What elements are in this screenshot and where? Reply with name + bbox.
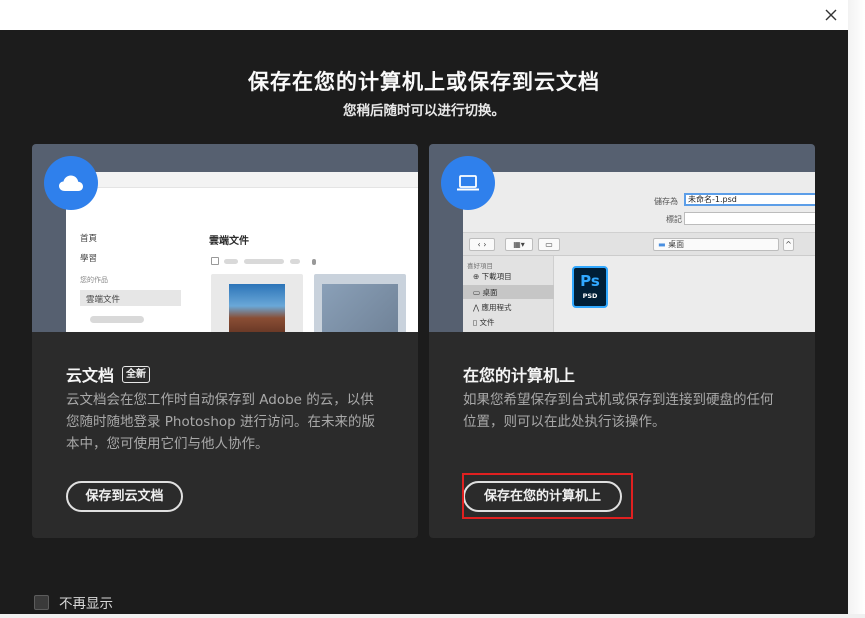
- close-icon[interactable]: [820, 4, 842, 26]
- laptop-icon: [441, 156, 495, 210]
- preview-tags-label: 標記: [666, 215, 682, 224]
- dont-show-checkbox[interactable]: [34, 594, 49, 610]
- preview-thumbnail: [211, 274, 303, 332]
- download-icon: ⊕: [473, 272, 482, 281]
- preview-filename-field: 未命名-1.psd: [684, 193, 815, 206]
- cloud-preview: 首頁 學習 您的作品 雲端文件 雲端文件: [32, 144, 418, 332]
- preview-nav-learn: 學習: [80, 254, 98, 264]
- dialog-subtitle: 您稍后随时可以进行切换。: [343, 103, 505, 119]
- preview-nav-home: 首頁: [80, 234, 98, 244]
- preview-tags-field: [684, 212, 815, 225]
- highlight-box: [462, 473, 633, 519]
- window-shadow: [848, 0, 865, 618]
- save-to-cloud-button[interactable]: 保存到云文档: [66, 481, 183, 512]
- preview-checkbox: [211, 257, 219, 265]
- window-shadow-bottom: [0, 614, 865, 618]
- preview-back-forward: ‹ ›: [469, 238, 495, 251]
- preview-sort-icon: [312, 259, 316, 265]
- preview-sidebar: 喜好項目 ⊕ 下載項目 ▭ 桌面 ⋀ 應用程式 ▯ 文件: [463, 256, 554, 332]
- preview-placeholder: [90, 316, 144, 323]
- preview-new-folder: ▭: [538, 238, 560, 251]
- dont-show-again[interactable]: 不再显示: [34, 592, 113, 612]
- cloud-icon: [44, 156, 98, 210]
- preview-titlebar: [66, 172, 418, 188]
- preview-favorites-header: 喜好項目: [467, 262, 493, 270]
- preview-toolbar: ‹ › ▦▾ ▭ ▬ 桌面 ^: [463, 232, 815, 256]
- preview-location-select: ▬ 桌面: [653, 238, 779, 251]
- preview-favorite-desktop: ▭ 桌面: [473, 288, 498, 297]
- cloud-card-heading: 云文档 全新: [66, 362, 151, 386]
- folder-icon: ▬: [658, 240, 666, 249]
- preview-expand-button: ^: [783, 238, 794, 251]
- preview-nav-cloud: 雲端文件: [86, 295, 121, 305]
- dialog-title: 保存在您的计算机上或保存到云文档: [248, 70, 600, 94]
- preview-favorite-documents: ▯ 文件: [473, 318, 495, 327]
- save-dialog-preview: 儲存為 未命名-1.psd 標記 ‹ › ▦▾ ▭ ▬ 桌面 ^ 喜好項目 ⊕ …: [463, 172, 815, 332]
- photoshop-file-icon: Ps PSD: [572, 266, 608, 308]
- save-location-dialog: 保存在您的计算机上或保存到云文档 您稍后随时可以进行切换。 首頁 學習 您的作品…: [0, 30, 848, 614]
- cloud-documents-card: 首頁 學習 您的作品 雲端文件 雲端文件 云文档 全新 云文档会在您工作时自动保…: [32, 144, 418, 538]
- preview-thumbnail-image: [322, 284, 398, 332]
- preview-favorite-apps: ⋀ 應用程式: [473, 303, 512, 312]
- cloud-preview-window: 首頁 學習 您的作品 雲端文件 雲端文件: [66, 172, 418, 332]
- preview-content-title: 雲端文件: [209, 236, 249, 247]
- preview-placeholder: [224, 259, 238, 264]
- local-card-heading: 在您的计算机上: [463, 362, 575, 386]
- preview-favorite-downloads: ⊕ 下載項目: [473, 272, 512, 281]
- preview-thumbnail: [314, 274, 406, 332]
- local-card-description: 如果您希望保存到台式机或保存到连接到硬盘的任何位置，则可以在此处执行该操作。: [463, 392, 774, 430]
- new-badge: 全新: [122, 365, 151, 383]
- apps-icon: ⋀: [473, 303, 482, 312]
- preview-placeholder: [290, 259, 300, 264]
- preview-thumbnail-image: [229, 284, 285, 332]
- preview-location-label: 桌面: [668, 240, 685, 249]
- window-titlebar: [0, 0, 848, 30]
- dont-show-label: 不再显示: [59, 596, 113, 612]
- preview-placeholder: [244, 259, 284, 264]
- cloud-card-title: 云文档: [66, 366, 115, 385]
- preview-nav-section: 您的作品: [80, 276, 108, 284]
- preview-view-menu: ▦▾: [505, 238, 533, 251]
- cloud-card-description: 云文档会在您工作时自动保存到 Adobe 的云，以供您随时随地登录 Photos…: [66, 392, 376, 452]
- local-card-title: 在您的计算机上: [463, 366, 576, 385]
- local-preview: 儲存為 未命名-1.psd 標記 ‹ › ▦▾ ▭ ▬ 桌面 ^ 喜好項目 ⊕ …: [429, 144, 815, 332]
- preview-save-as-label: 儲存為: [654, 197, 678, 206]
